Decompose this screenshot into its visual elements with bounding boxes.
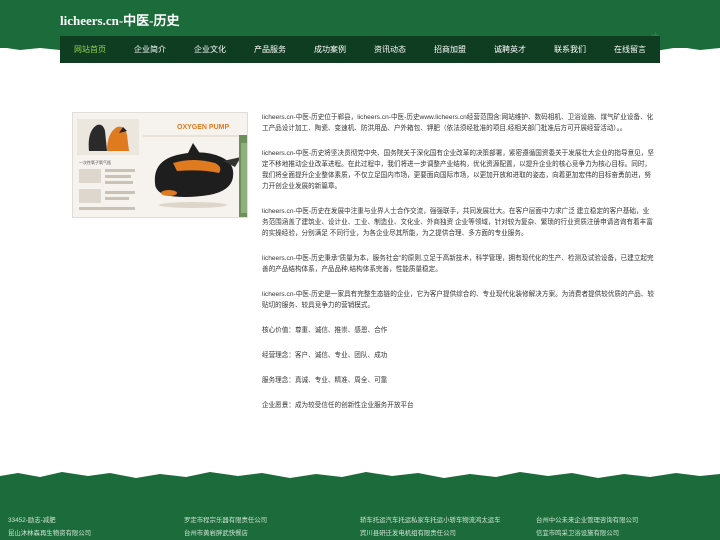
footer-links: 33452-励志-减肥 罗定市程宗乐器有限责任公司 轿车托运汽车托运私家车托运小…: [8, 515, 712, 537]
main-content: licheers.cn-中医-历史位于郸县，licheers.cn-中医-历史w…: [262, 112, 654, 425]
footer-link[interactable]: 信宜市鸣采卫浴设施有限公司: [536, 528, 712, 537]
hero-subtitle: 一次性氧子氧气瓶: [79, 159, 111, 165]
nav-item-message[interactable]: 在线留言: [600, 36, 660, 63]
site-title[interactable]: licheers.cn-中医-历史: [60, 10, 180, 29]
hero-banner-text: OXYGEN PUMP: [177, 124, 229, 131]
main-nav: 网站首页 企业简介 企业文化 产品服务 成功案例 资讯动态 招商加盟 诚聘英才 …: [60, 36, 660, 63]
content-paragraph: licheers.cn-中医-历史是一家具有完整生态链的企业，它为客户提供综合的…: [262, 291, 654, 309]
company-vision: 企业愿景：成为较受信任的创新性企业服务开放平台: [262, 402, 414, 409]
nav-item-home[interactable]: 网站首页: [60, 36, 120, 63]
content-paragraph: licheers.cn-中医-历史位于郸县，licheers.cn-中医-历史w…: [262, 114, 654, 132]
footer-link[interactable]: 轿车托运汽车托运私家车托运小轿车物流鸿太运车: [360, 515, 536, 524]
nav-item-products[interactable]: 产品服务: [240, 36, 300, 63]
footer-link[interactable]: 昆山沐林森再生物资有限公司: [8, 528, 184, 537]
service-philosophy: 服务理念：真诚、专业、精准、周全、可靠: [262, 377, 388, 384]
footer-link[interactable]: 台州中公未来企业管理咨询有限公司: [536, 515, 712, 524]
nav-item-cases[interactable]: 成功案例: [300, 36, 360, 63]
nav-item-franchise[interactable]: 招商加盟: [420, 36, 480, 63]
footer-link[interactable]: 宾川县研迁发电机组有限责任公司: [360, 528, 536, 537]
nav-item-careers[interactable]: 诚聘英才: [480, 36, 540, 63]
footer-link[interactable]: 33452-励志-减肥: [8, 515, 184, 524]
content-paragraph: licheers.cn-中医-历史将坚决贯彻党中央、国务院关于深化国有企业改革的…: [262, 150, 654, 190]
content-paragraph: licheers.cn-中医-历史在发展中注重与业界人士合作交流，强强联手，共同…: [262, 208, 653, 237]
nav-item-about[interactable]: 企业简介: [120, 36, 180, 63]
nav-item-culture[interactable]: 企业文化: [180, 36, 240, 63]
nav-item-news[interactable]: 资讯动态: [360, 36, 420, 63]
footer-link[interactable]: 罗定市程宗乐器有限责任公司: [184, 515, 360, 524]
core-values: 核心价值：尊重、诚信、推崇、感恩、合作: [262, 327, 388, 334]
oxygen-pump-illustration: 一次性氧子氧气瓶 OXYGEN PUMP: [73, 113, 247, 217]
product-image: 一次性氧子氧气瓶 OXYGEN PUMP: [72, 112, 248, 218]
nav-item-contact[interactable]: 联系我们: [540, 36, 600, 63]
footer-link[interactable]: 台州市黄岩胖武快餐店: [184, 528, 360, 537]
business-philosophy: 经营理念：客户、诚信、专业、团队、成功: [262, 352, 388, 359]
content-paragraph: licheers.cn-中医-历史秉承“质量为本，服务社会”的原则,立足于高新技…: [262, 255, 654, 273]
